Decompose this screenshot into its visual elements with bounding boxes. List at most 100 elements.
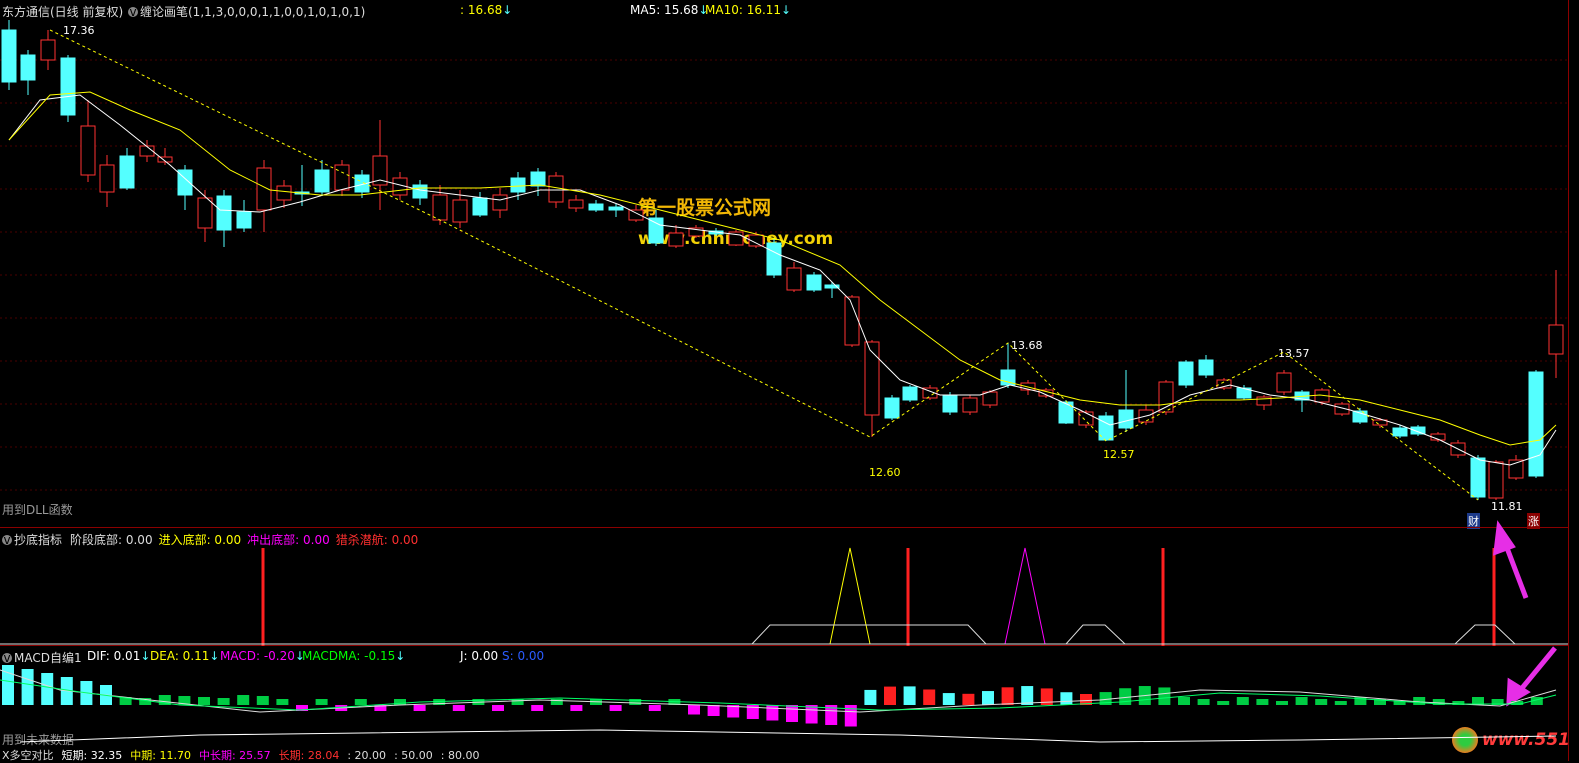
- chan-stroke-line: [49, 29, 1479, 501]
- candle-body-79: [1548, 324, 1564, 355]
- candle-body-76: [1488, 461, 1504, 499]
- macd-bar-35: [688, 705, 700, 715]
- candle-body-54: [1058, 401, 1074, 424]
- macd-bar-36: [707, 705, 720, 716]
- macd-bar-2: [41, 673, 54, 705]
- candle-body-11: [216, 195, 232, 231]
- macd-bar-33: [648, 705, 661, 711]
- macd-bar-46: [903, 686, 916, 705]
- candle-body-71: [1392, 427, 1408, 437]
- candle-body-23: [452, 199, 468, 223]
- macd-bar-60: [1178, 697, 1190, 705]
- candle-body-14: [276, 185, 292, 201]
- macd-bar-1: [21, 669, 34, 705]
- macd-bar-49: [962, 693, 975, 705]
- candle-body-27: [530, 171, 546, 187]
- candle-body-78: [1528, 371, 1544, 477]
- macd-bar-10: [198, 697, 210, 705]
- macd-bar-61: [1197, 699, 1210, 705]
- macd-bar-11: [217, 698, 230, 705]
- macd-bar-66: [1295, 697, 1308, 705]
- candle-body-3: [60, 57, 76, 116]
- macd-bar-45: [884, 686, 896, 705]
- macd-bar-50: [982, 691, 994, 705]
- candle-body-55: [1078, 411, 1094, 426]
- macd-bar-64: [1256, 699, 1269, 705]
- candle-body-31: [608, 206, 624, 211]
- macd-bar-13: [256, 696, 269, 705]
- candle-body-72: [1410, 426, 1426, 435]
- candle-body-49: [962, 397, 978, 413]
- right-scale: [1568, 0, 1579, 761]
- candle-body-46: [902, 386, 918, 401]
- macd-bar-48: [942, 693, 955, 705]
- macdma-line: [19, 729, 1557, 743]
- macd-bar-59: [1158, 687, 1171, 705]
- candle-body-25: [492, 194, 508, 211]
- chart-canvas: [0, 20, 1568, 743]
- candle-body-45: [884, 397, 900, 419]
- macd-bar-65: [1276, 701, 1288, 705]
- candle-body-17: [334, 164, 350, 191]
- macd-bar-26: [511, 699, 524, 705]
- macd-bar-44: [864, 689, 877, 705]
- candle-body-39: [766, 242, 782, 276]
- macd-bar-72: [1413, 697, 1426, 705]
- candle-body-28: [548, 175, 564, 203]
- macd-bar-16: [315, 699, 328, 705]
- macd-bar-18: [354, 699, 367, 705]
- candle-body-21: [412, 184, 428, 199]
- bottom-magenta-spike: [1004, 547, 1046, 645]
- ma5-line: [8, 94, 1557, 466]
- candle-body-60: [1178, 361, 1194, 386]
- macd-bar-54: [1060, 692, 1073, 705]
- macd-bar-12: [237, 695, 250, 705]
- candle-body-29: [568, 199, 584, 209]
- candle-body-75: [1470, 457, 1486, 498]
- candle-body-1: [20, 54, 36, 81]
- candle-body-26: [510, 177, 526, 193]
- macd-bar-51: [1001, 687, 1014, 705]
- candle-body-50: [982, 391, 998, 406]
- macd-bar-41: [805, 705, 818, 724]
- pink-arrow-upper: [1493, 520, 1529, 599]
- macd-bar-39: [766, 705, 779, 721]
- macd-bar-40: [786, 705, 798, 722]
- candle-body-5: [99, 164, 115, 193]
- macd-bar-25: [492, 705, 504, 711]
- candle-body-40: [786, 267, 802, 291]
- macd-bar-21: [413, 705, 426, 711]
- candle-body-33: [648, 217, 664, 244]
- candle-body-65: [1276, 372, 1292, 393]
- macd-bar-62: [1217, 701, 1230, 705]
- macd-bar-63: [1236, 697, 1249, 705]
- macd-bar-47: [923, 689, 936, 705]
- macd-bar-29: [570, 705, 583, 711]
- candle-body-10: [197, 197, 213, 229]
- candle-body-57: [1118, 409, 1134, 429]
- candle-body-41: [806, 274, 822, 291]
- bottom-yellow-spike: [829, 547, 871, 645]
- candle-body-16: [314, 169, 330, 193]
- candle-body-2: [40, 39, 56, 61]
- macd-bar-67: [1315, 699, 1328, 705]
- pink-arrow-lower: [1506, 646, 1557, 707]
- candle-body-0: [1, 29, 17, 83]
- macd-bar-27: [531, 705, 544, 711]
- candle-body-48: [942, 394, 958, 413]
- dea-line: [0, 679, 1557, 711]
- candle-body-34: [668, 232, 684, 247]
- candle-body-4: [80, 125, 96, 176]
- macd-bar-14: [276, 699, 289, 705]
- candle-body-19: [372, 155, 388, 186]
- candle-body-12: [236, 211, 252, 229]
- macd-bar-52: [1021, 686, 1034, 705]
- candle-body-61: [1198, 359, 1214, 376]
- macd-bar-68: [1334, 701, 1347, 705]
- candle-body-24: [472, 197, 488, 216]
- candle-body-30: [588, 203, 604, 211]
- macd-bar-23: [452, 705, 465, 711]
- candle-body-44: [864, 341, 880, 416]
- macd-bar-31: [609, 705, 622, 711]
- candle-body-22: [432, 194, 448, 221]
